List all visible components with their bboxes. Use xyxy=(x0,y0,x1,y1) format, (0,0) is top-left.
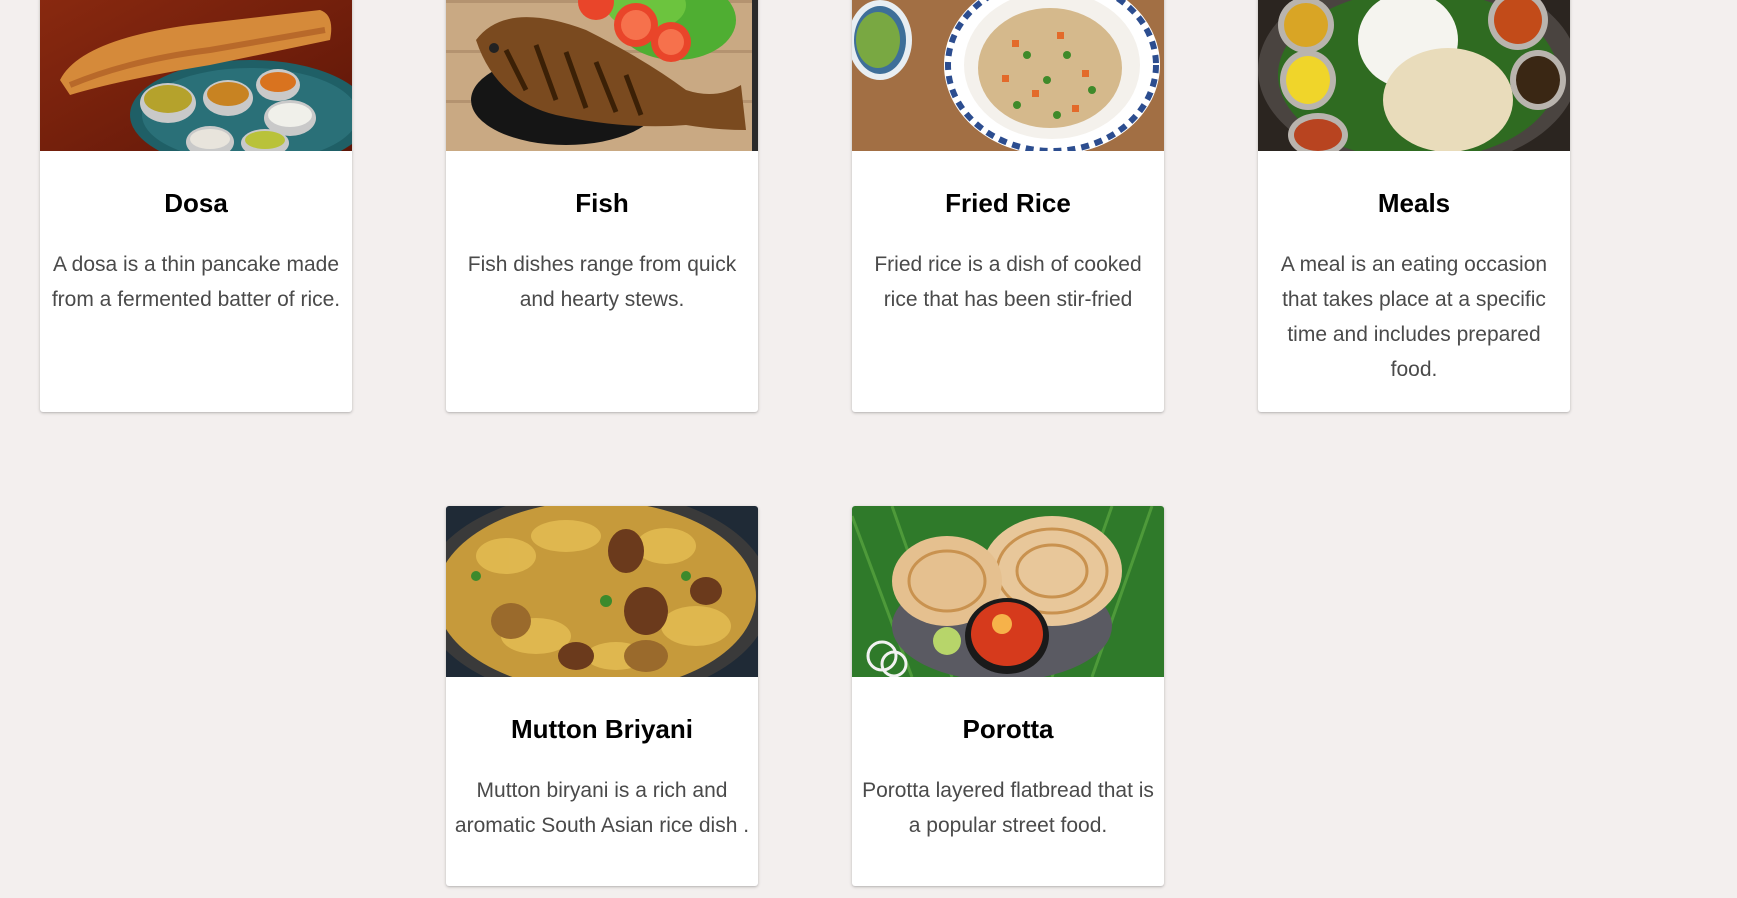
card-title: Fish xyxy=(575,188,629,218)
porotta-image xyxy=(852,506,1164,677)
food-card-dosa[interactable]: Dosa A dosa is a thin pancake made from … xyxy=(40,0,352,412)
food-card-mutton-briyani[interactable]: Mutton Briyani Mutton biryani is a rich … xyxy=(446,506,758,886)
meals-image xyxy=(1258,0,1570,151)
card-description: A meal is an eating occasion that takes … xyxy=(1280,253,1548,381)
card-title: Fried Rice xyxy=(945,188,1071,218)
food-card-meals[interactable]: Meals A meal is an eating occasion that … xyxy=(1258,0,1570,412)
card-description: Porotta layered flatbread that is a popu… xyxy=(862,779,1154,837)
card-description: A dosa is a thin pancake made from a fer… xyxy=(51,253,341,311)
card-title: Mutton Briyani xyxy=(511,714,693,744)
food-card-grid: Dosa A dosa is a thin pancake made from … xyxy=(0,0,1737,898)
card-title: Porotta xyxy=(962,714,1054,744)
card-description: Fried rice is a dish of cooked rice that… xyxy=(874,253,1142,311)
card-title: Dosa xyxy=(164,188,228,218)
dosa-image xyxy=(40,0,352,151)
mutton-briyani-image xyxy=(446,506,758,677)
fish-image xyxy=(446,0,758,151)
food-card-porotta[interactable]: Porotta Porotta layered flatbread that i… xyxy=(852,506,1164,886)
card-title: Meals xyxy=(1377,188,1451,218)
fried-rice-image xyxy=(852,0,1164,151)
food-card-fried-rice[interactable]: Fried Rice Fried rice is a dish of cooke… xyxy=(852,0,1164,412)
card-description: Fish dishes range from quick and hearty … xyxy=(467,253,737,311)
card-description: Mutton biryani is a rich and aromatic So… xyxy=(454,779,750,837)
food-card-fish[interactable]: Fish Fish dishes range from quick and he… xyxy=(446,0,758,412)
